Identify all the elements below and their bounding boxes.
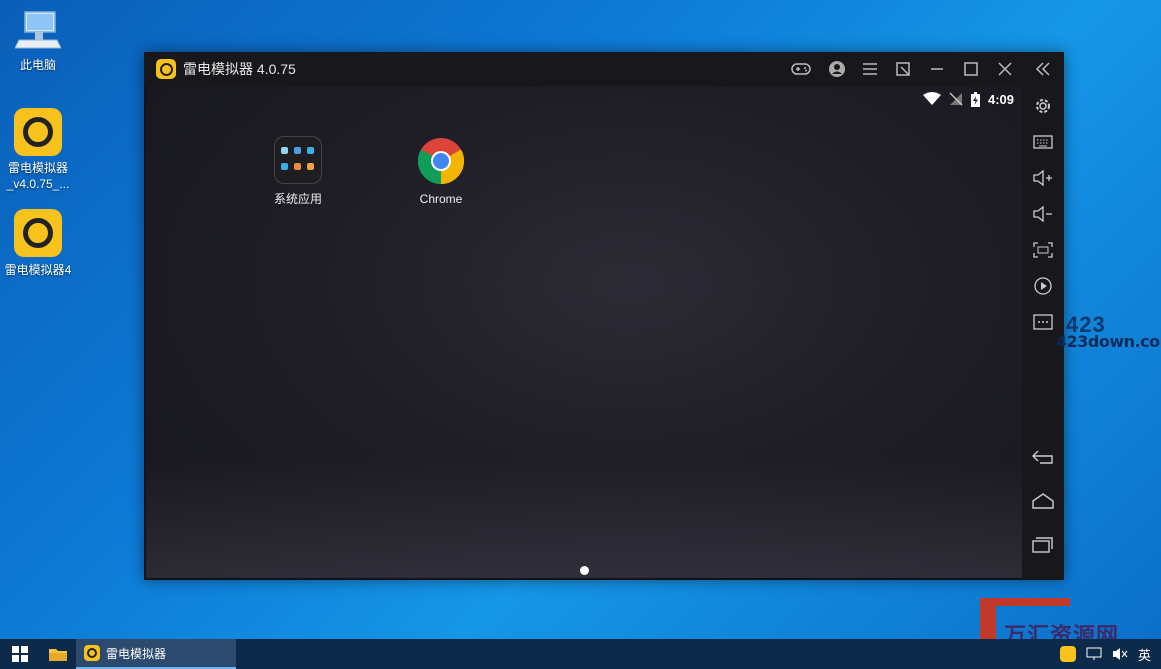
desktop-icon-label: 雷电模拟器 _v4.0.75_... [6, 161, 70, 191]
ldplayer-icon [84, 645, 100, 661]
mini-mode-icon[interactable] [886, 52, 920, 86]
system-tray: 英 [1059, 639, 1151, 669]
no-signal-icon [949, 92, 963, 106]
gamepad-icon[interactable] [784, 52, 818, 86]
record-play-icon[interactable] [1022, 271, 1064, 301]
app-system-folder[interactable]: 系统应用 [253, 136, 343, 207]
title-bar[interactable]: 雷电模拟器 4.0.75 [144, 52, 1064, 86]
folder-icon [274, 136, 322, 184]
taskbar-item-label: 雷电模拟器 [106, 646, 167, 661]
desktop-icon-ld4[interactable]: 雷电模拟器4 [0, 209, 76, 278]
menu-icon[interactable] [853, 52, 887, 86]
volume-up-icon[interactable] [1022, 163, 1064, 193]
ldplayer-icon [14, 108, 62, 156]
computer-icon [14, 10, 62, 52]
collapse-sidebar-icon[interactable] [1026, 52, 1060, 86]
desktop-icon-label: 此电脑 [19, 58, 56, 72]
recent-apps-icon[interactable] [1022, 530, 1064, 560]
volume-down-icon[interactable] [1022, 199, 1064, 229]
home-icon[interactable] [1022, 486, 1064, 516]
taskbar-item-ldplayer[interactable]: 雷电模拟器 [76, 639, 236, 669]
desktop-icon-label: 雷电模拟器4 [4, 263, 72, 277]
file-explorer-icon[interactable] [40, 639, 76, 669]
keyboard-icon[interactable] [1022, 127, 1064, 157]
close-icon[interactable] [988, 52, 1022, 86]
fullscreen-icon[interactable] [1022, 235, 1064, 265]
network-icon[interactable] [1086, 647, 1102, 661]
wifi-icon [922, 92, 941, 105]
page-indicator [580, 566, 589, 575]
app-label: 系统应用 [273, 192, 322, 206]
watermark-site: 423down.com [1056, 332, 1161, 351]
desktop-icon-ld-installer[interactable]: 雷电模拟器 _v4.0.75_... [0, 108, 76, 192]
windows-start-icon[interactable] [0, 639, 40, 669]
android-screen[interactable]: 4:09 系统应用 Chrome [146, 86, 1022, 578]
ldplayer-logo-icon [156, 59, 176, 79]
app-chrome[interactable]: Chrome [396, 138, 486, 206]
minimize-icon[interactable] [920, 52, 954, 86]
android-status-bar: 4:09 [922, 90, 1014, 108]
taskbar: 雷电模拟器 英 [0, 639, 1161, 669]
ldplayer-icon [14, 209, 62, 257]
settings-gear-icon[interactable] [1022, 91, 1064, 121]
chrome-icon [417, 138, 465, 185]
ime-indicator[interactable]: 英 [1138, 645, 1151, 664]
speaker-mute-icon[interactable] [1112, 647, 1128, 661]
window-title: 雷电模拟器 4.0.75 [183, 61, 296, 77]
desktop-icon-this-pc[interactable]: 此电脑 [0, 10, 76, 73]
back-icon[interactable] [1022, 442, 1064, 472]
battery-charging-icon [970, 91, 980, 107]
account-icon[interactable] [820, 52, 854, 86]
emulator-window: 雷电模拟器 4.0.75 4:09 系统应用 Chrome [144, 52, 1064, 580]
maximize-icon[interactable] [954, 52, 988, 86]
app-label: Chrome [419, 192, 463, 206]
status-time: 4:09 [987, 91, 1014, 107]
ldplayer-tray-icon[interactable] [1059, 646, 1076, 662]
